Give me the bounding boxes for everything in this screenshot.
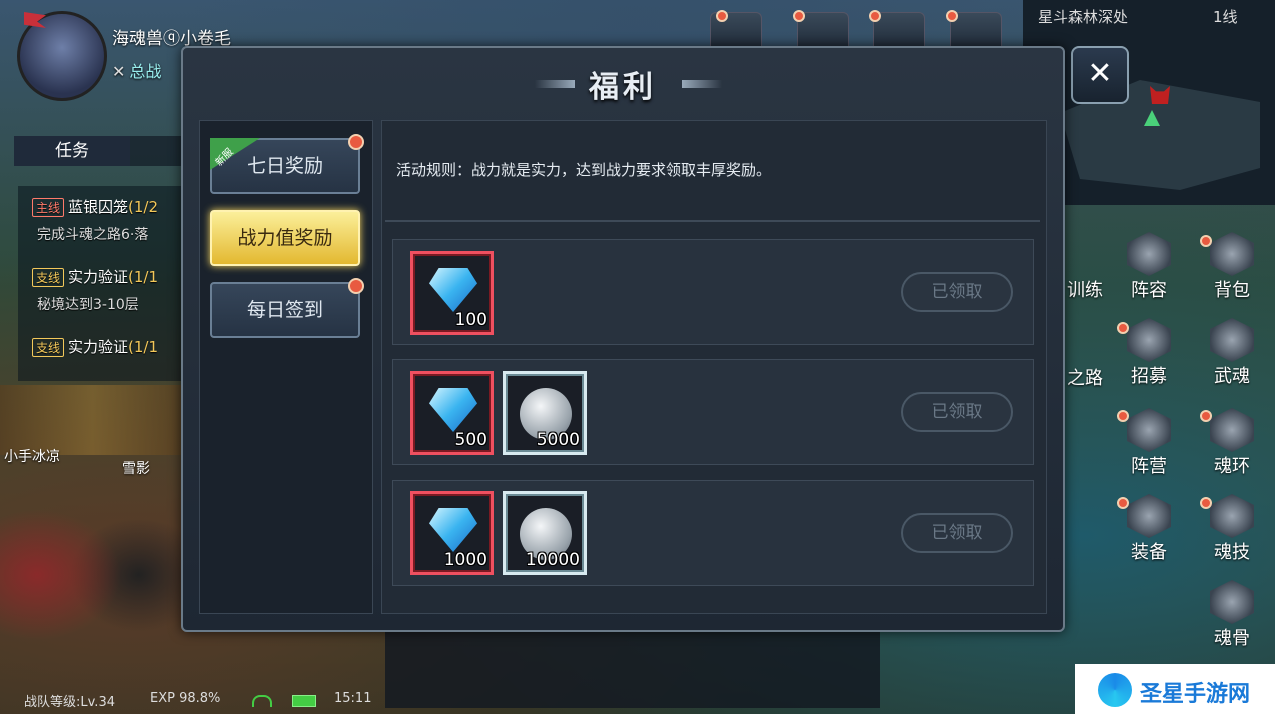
menu-recruit[interactable]: 招募 [1124,318,1174,388]
exp-value: EXP 98.8% [150,691,221,706]
task-item[interactable]: 主线 蓝银囚笼(1/2 [32,196,158,217]
sprout-icon [1210,318,1254,362]
menu-bag[interactable]: 背包 [1207,232,1257,302]
task-title: 实力验证 [68,268,129,286]
task-title: 实力验证 [68,338,129,356]
player-arrow-icon [1144,110,1160,126]
map-channel[interactable]: 1线 [1213,6,1238,27]
item-quantity: 5000 [536,430,580,450]
team-level: 战队等级:Lv.34 [24,695,115,710]
menu-label: 阵容 [1131,280,1167,301]
reward-item-diamond[interactable]: 500 [410,371,494,455]
close-icon: ✕ [1087,56,1113,91]
claimed-button[interactable]: 已领取 [901,392,1013,432]
task-item[interactable]: 支线 实力验证(1/1 [32,336,158,357]
chat-box[interactable] [385,632,880,708]
reward-item-coin[interactable]: 5000 [503,371,587,455]
ring-icon [1210,408,1254,452]
event-banner[interactable] [0,385,185,455]
menu-label: 装备 [1131,542,1167,563]
claimed-button[interactable]: 已领取 [901,272,1013,312]
total-power: ✕ 总战 [112,58,161,82]
team-icon [1127,232,1171,276]
notification-dot [1200,497,1212,509]
menu-label: 武魂 [1214,366,1250,387]
menu-label: 背包 [1214,280,1250,301]
item-quantity: 1000 [443,550,487,570]
task-tag: 主线 [32,198,65,217]
menu-label: 魂技 [1214,542,1250,563]
menu-train[interactable]: 训练 [1060,276,1110,302]
tab-tasks[interactable]: 任务 [14,136,130,166]
item-quantity: 10000 [525,550,580,570]
diamond-icon [429,388,477,432]
notification-dot [946,10,958,22]
reward-category-panel [199,120,373,614]
notification-dot [348,278,364,294]
tab-power-reward[interactable]: 战力值奖励 [210,210,360,266]
handshake-icon [1127,318,1171,362]
notification-dot [1200,410,1212,422]
menu-soul-bone[interactable]: 魂骨 [1207,580,1257,650]
menu-lineup[interactable]: 阵容 [1124,232,1174,302]
task-title: 蓝银囚笼 [68,198,129,216]
skill-icon [1210,494,1254,538]
menu-label: 招募 [1131,366,1167,387]
menu-camp[interactable]: 阵营 [1124,408,1174,478]
notification-dot [793,10,805,22]
notification-dot [869,10,881,22]
notification-dot [716,10,728,22]
activity-rules: 活动规则：战力就是实力，达到战力要求领取丰厚奖励。 [396,161,772,179]
menu-label: 阵营 [1131,456,1167,477]
divider [385,220,1040,222]
wifi-icon [252,695,272,707]
menu-label: 魂骨 [1214,628,1250,649]
flags-icon [1127,408,1171,452]
item-quantity: 500 [454,430,487,450]
task-tag: 支线 [32,268,65,287]
site-logo-icon [1098,673,1132,707]
dialog-title: 福利 [589,70,657,105]
tab-daily-checkin[interactable]: 每日签到 [210,282,360,338]
crossed-swords-icon: ✕ [112,62,126,81]
notification-dot [1117,410,1129,422]
task-progress: (1/2 [128,198,159,216]
bag-icon [1210,232,1254,276]
diamond-icon [429,268,477,312]
close-button[interactable]: ✕ [1071,46,1129,104]
notification-dot [1117,497,1129,509]
menu-soul-skill[interactable]: 魂技 [1207,494,1257,564]
diamond-icon [429,508,477,552]
menu-equipment[interactable]: 装备 [1124,494,1174,564]
task-tag: 支线 [32,338,65,357]
menu-label: 魂环 [1214,456,1250,477]
reward-item-diamond[interactable]: 100 [410,251,494,335]
menu-road[interactable]: 之路 [1060,364,1110,390]
watermark-text: 圣星手游网 [1140,682,1251,707]
task-progress: (1/1 [128,338,159,356]
menu-soul-ring[interactable]: 魂环 [1207,408,1257,478]
status-bar: 战队等级:Lv.34 EXP 98.8% 15:11 [0,686,400,714]
bone-icon [1210,580,1254,624]
battery-icon [292,695,316,707]
power-label: 总战 [129,62,162,81]
task-item[interactable]: 支线 实力验证(1/1 [32,266,158,287]
task-progress: (1/1 [128,268,159,286]
clock: 15:11 [334,691,372,706]
claimed-button[interactable]: 已领取 [901,513,1013,553]
reward-item-diamond[interactable]: 1000 [410,491,494,575]
notification-dot [1200,235,1212,247]
character-sprites [0,460,185,690]
reward-item-coin[interactable]: 10000 [503,491,587,575]
map-location: 星斗森林深处 [1038,8,1129,26]
item-quantity: 100 [454,310,487,330]
menu-label: 训练 [1067,280,1103,301]
task-desc: 秘境达到3-10层 [37,297,139,313]
armor-icon [1127,494,1171,538]
notification-dot [348,134,364,150]
menu-martial-soul[interactable]: 武魂 [1207,318,1257,388]
notification-dot [1117,322,1129,334]
task-desc: 完成斗魂之路6·落 [37,227,149,243]
menu-label: 之路 [1067,368,1103,389]
